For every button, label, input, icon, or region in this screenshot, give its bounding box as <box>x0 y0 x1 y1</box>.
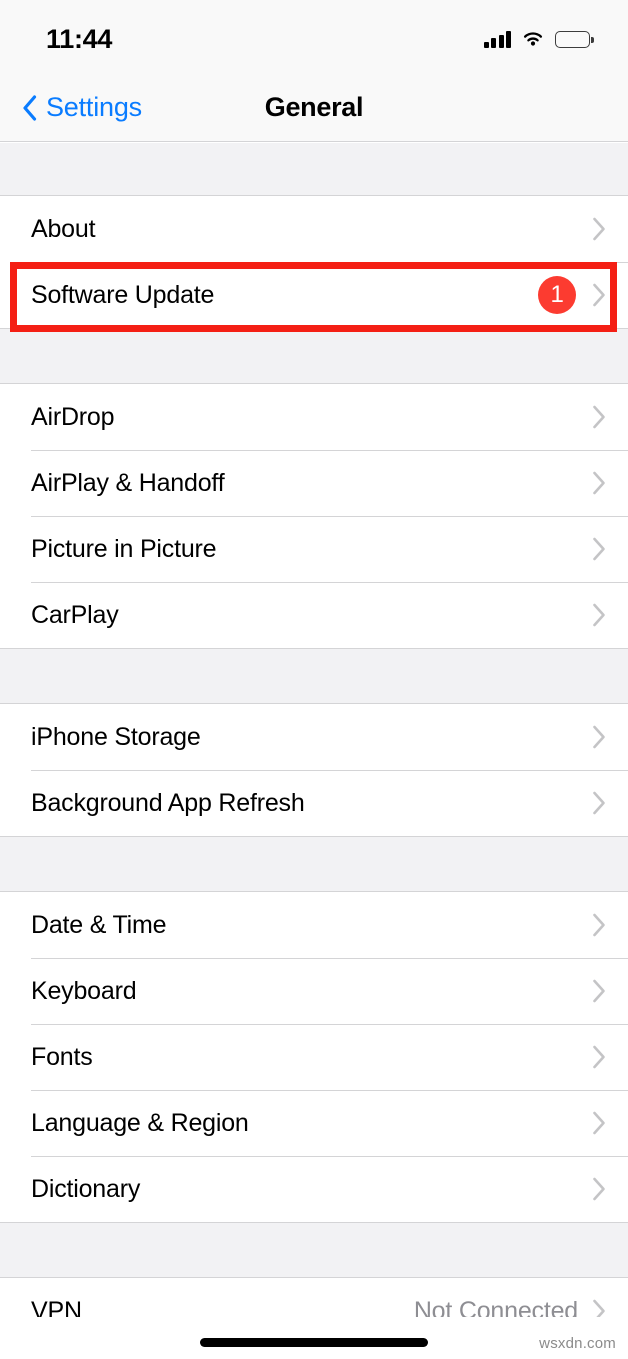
list-item-dictionary[interactable]: Dictionary <box>0 1156 628 1222</box>
section-gap <box>0 837 628 891</box>
status-bar-indicators <box>483 30 594 48</box>
settings-group-2: AirDrop AirPlay & Handoff Picture in Pic… <box>0 383 628 649</box>
list-item-label: Fonts <box>31 1042 93 1071</box>
section-gap <box>0 649 628 703</box>
list-item-label: Language & Region <box>31 1108 249 1137</box>
chevron-right-icon <box>592 217 606 241</box>
list-item-label: Dictionary <box>31 1174 141 1203</box>
chevron-right-icon <box>592 1045 606 1069</box>
section-gap <box>0 329 628 383</box>
list-item-label: Software Update <box>31 280 215 309</box>
page-title: General <box>264 92 364 122</box>
home-bar-area: wsxdn.com <box>0 1317 628 1359</box>
list-item-software-update[interactable]: Software Update 1 <box>0 262 628 328</box>
list-item-iphone-storage[interactable]: iPhone Storage <box>0 704 628 770</box>
list-item-airdrop[interactable]: AirDrop <box>0 384 628 450</box>
list-item-airplay-handoff[interactable]: AirPlay & Handoff <box>0 450 628 516</box>
list-item-label: iPhone Storage <box>31 722 201 751</box>
list-item-label: AirDrop <box>31 402 115 431</box>
list-item-label: Picture in Picture <box>31 534 217 563</box>
settings-group-3: iPhone Storage Background App Refresh <box>0 703 628 837</box>
section-gap <box>0 1223 628 1277</box>
watermark: wsxdn.com <box>539 1335 616 1352</box>
battery-icon <box>555 30 594 48</box>
chevron-right-icon <box>592 979 606 1003</box>
wifi-icon <box>521 30 545 48</box>
list-item-label: AirPlay & Handoff <box>31 468 225 497</box>
chevron-right-icon <box>592 913 606 937</box>
list-item-about[interactable]: About <box>0 196 628 262</box>
list-item-label: Keyboard <box>31 976 137 1005</box>
list-item-picture-in-picture[interactable]: Picture in Picture <box>0 516 628 582</box>
chevron-right-icon <box>592 405 606 429</box>
chevron-right-icon <box>592 791 606 815</box>
list-item-background-app-refresh[interactable]: Background App Refresh <box>0 770 628 836</box>
status-bar-time: 11:44 <box>46 23 113 54</box>
list-item-label: CarPlay <box>31 600 119 629</box>
section-gap <box>0 143 628 195</box>
list-item-label: Date & Time <box>31 910 167 939</box>
cellular-bars-icon <box>483 30 511 48</box>
chevron-right-icon <box>592 283 606 307</box>
chevron-right-icon <box>592 471 606 495</box>
list-item-label: About <box>31 214 96 243</box>
home-indicator[interactable] <box>200 1338 428 1347</box>
chevron-right-icon <box>592 603 606 627</box>
iphone-settings-screen: 11:44 Settings General About Software Up… <box>0 0 628 1359</box>
list-item-date-time[interactable]: Date & Time <box>0 892 628 958</box>
status-badge: 1 <box>538 276 576 314</box>
list-item-language-region[interactable]: Language & Region <box>0 1090 628 1156</box>
list-item-keyboard[interactable]: Keyboard <box>0 958 628 1024</box>
settings-group-4: Date & Time Keyboard Fonts Language & Re… <box>0 891 628 1223</box>
navigation-bar: Settings General <box>0 74 628 142</box>
settings-list[interactable]: About Software Update 1 AirDrop AirPlay … <box>0 143 628 1359</box>
chevron-right-icon <box>592 1177 606 1201</box>
list-item-carplay[interactable]: CarPlay <box>0 582 628 648</box>
chevron-right-icon <box>592 725 606 749</box>
list-item-label: Background App Refresh <box>31 788 305 817</box>
chevron-right-icon <box>592 537 606 561</box>
chevron-right-icon <box>592 1111 606 1135</box>
status-bar: 11:44 <box>0 0 628 74</box>
list-item-fonts[interactable]: Fonts <box>0 1024 628 1090</box>
settings-group-1: About Software Update 1 <box>0 195 628 329</box>
